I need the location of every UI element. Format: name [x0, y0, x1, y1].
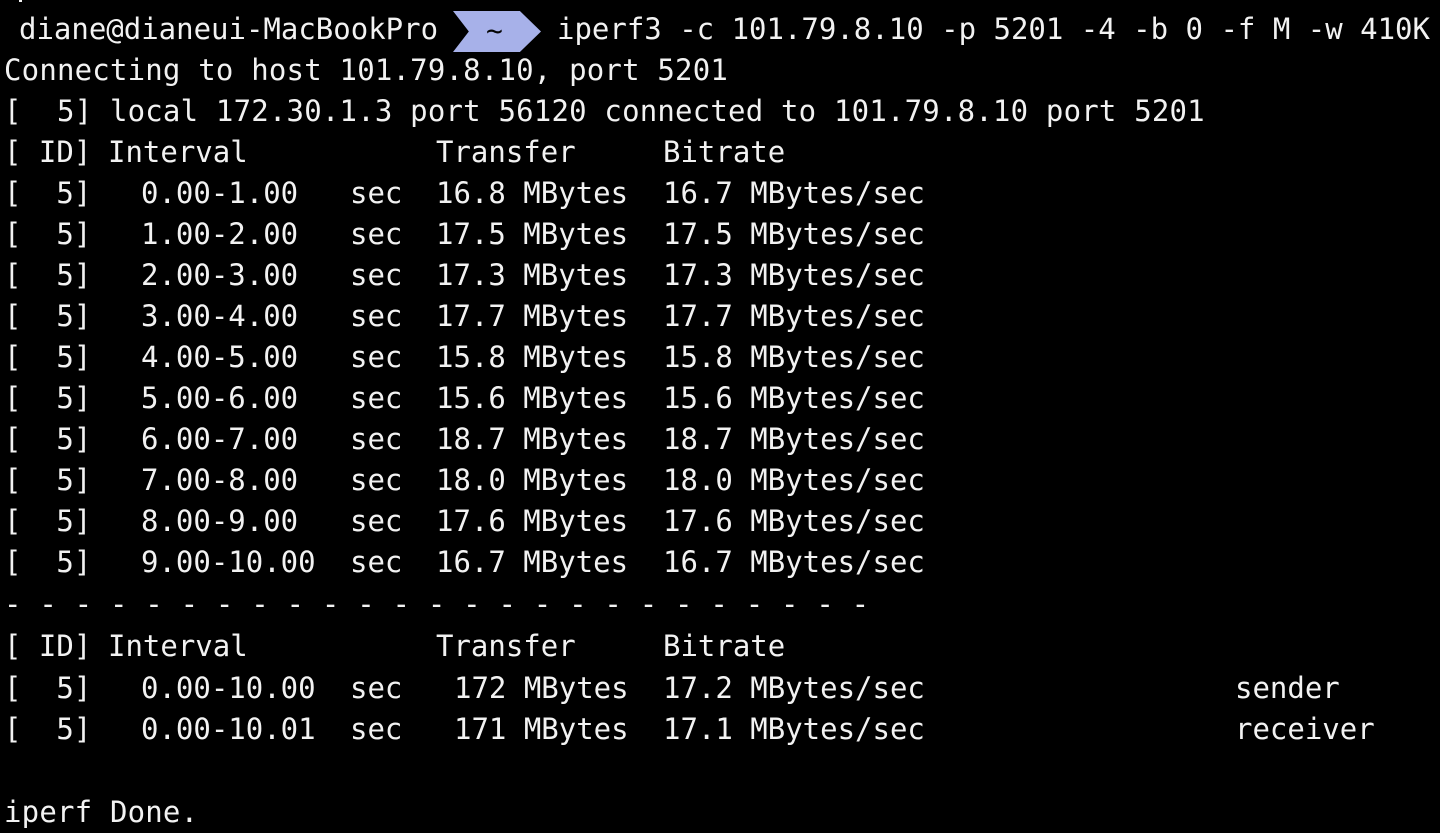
row-bitrate: 16.7 MBytes/sec: [663, 545, 925, 579]
summary-header-transfer: Transfer: [436, 629, 576, 663]
summary-bitrate: 17.1 MBytes/sec: [663, 712, 925, 746]
row-interval: 9.00-10.00: [141, 545, 316, 579]
row-id: [ 5]: [4, 340, 92, 374]
terminal-command[interactable]: iperf3 -c 101.79.8.10 -p 5201 -4 -b 0 -f…: [557, 9, 1430, 50]
row-id: [ 5]: [4, 176, 92, 210]
row-interval: 3.00-4.00: [141, 299, 299, 333]
row-transfer: 18.0 MBytes: [436, 463, 629, 497]
row-interval: 2.00-3.00: [141, 258, 299, 292]
summary-role-sender: sender: [1235, 671, 1340, 705]
summary-unit: sec: [350, 712, 403, 746]
row-interval: 6.00-7.00: [141, 422, 299, 456]
row-unit: sec: [350, 504, 403, 538]
row-bitrate: 17.6 MBytes/sec: [663, 504, 925, 538]
row-unit: sec: [350, 217, 403, 251]
row-interval: 5.00-6.00: [141, 381, 299, 415]
row-transfer: 15.8 MBytes: [436, 340, 629, 374]
row-transfer: 16.7 MBytes: [436, 545, 629, 579]
header-transfer: Transfer: [436, 135, 576, 169]
row-unit: sec: [350, 299, 403, 333]
row-unit: sec: [350, 176, 403, 210]
summary-id: [ 5]: [4, 671, 92, 705]
summary-header-interval: Interval: [108, 629, 248, 663]
row-id: [ 5]: [4, 381, 92, 415]
row-bitrate: 17.3 MBytes/sec: [663, 258, 925, 292]
done-message: iperf Done.: [4, 795, 199, 829]
row-id: [ 5]: [4, 422, 92, 456]
header-id: [ ID]: [4, 135, 92, 169]
terminal-window[interactable]: diane@dianeui-MacBookPro ~ iperf3 -c 101…: [0, 0, 1440, 831]
row-unit: sec: [350, 340, 403, 374]
row-bitrate: 17.5 MBytes/sec: [663, 217, 925, 251]
row-unit: sec: [350, 381, 403, 415]
summary-interval: 0.00-10.00: [141, 671, 316, 705]
summary-id: [ 5]: [4, 712, 92, 746]
row-unit: sec: [350, 258, 403, 292]
row-bitrate: 15.6 MBytes/sec: [663, 381, 925, 415]
summary-role-receiver: receiver: [1235, 712, 1375, 746]
prompt-user-host: diane@dianeui-MacBookPro: [19, 12, 439, 46]
row-bitrate: 18.7 MBytes/sec: [663, 422, 925, 456]
row-transfer: 17.6 MBytes: [436, 504, 629, 538]
summary-transfer: 172 MBytes: [454, 671, 629, 705]
row-id: [ 5]: [4, 504, 92, 538]
prompt-directory: ~: [486, 14, 503, 47]
row-id: [ 5]: [4, 545, 92, 579]
local-connection-line: [ 5] local 172.30.1.3 port 56120 connect…: [4, 94, 1205, 128]
row-id: [ 5]: [4, 217, 92, 251]
row-transfer: 18.7 MBytes: [436, 422, 629, 456]
summary-transfer: 171 MBytes: [454, 712, 629, 746]
row-unit: sec: [350, 463, 403, 497]
row-unit: sec: [350, 545, 403, 579]
header-interval: Interval: [108, 135, 248, 169]
row-transfer: 15.6 MBytes: [436, 381, 629, 415]
row-transfer: 17.3 MBytes: [436, 258, 629, 292]
summary-separator: - - - - - - - - - - - - - - - - - - - - …: [4, 587, 870, 621]
row-bitrate: 17.7 MBytes/sec: [663, 299, 925, 333]
row-interval: 7.00-8.00: [141, 463, 299, 497]
row-id: [ 5]: [4, 463, 92, 497]
summary-interval: 0.00-10.01: [141, 712, 316, 746]
summary-unit: sec: [350, 671, 403, 705]
row-interval: 0.00-1.00: [141, 176, 299, 210]
row-id: [ 5]: [4, 258, 92, 292]
row-transfer: 16.8 MBytes: [436, 176, 629, 210]
row-bitrate: 16.7 MBytes/sec: [663, 176, 925, 210]
row-interval: 1.00-2.00: [141, 217, 299, 251]
row-bitrate: 15.8 MBytes/sec: [663, 340, 925, 374]
previous-output-fragment: [19, 0, 22, 2]
row-unit: sec: [350, 422, 403, 456]
connecting-line: Connecting to host 101.79.8.10, port 520…: [4, 53, 729, 87]
summary-header-id: [ ID]: [4, 629, 92, 663]
summary-bitrate: 17.2 MBytes/sec: [663, 671, 925, 705]
header-bitrate: Bitrate: [663, 135, 786, 169]
row-id: [ 5]: [4, 299, 92, 333]
row-interval: 4.00-5.00: [141, 340, 299, 374]
row-bitrate: 18.0 MBytes/sec: [663, 463, 925, 497]
summary-header-bitrate: Bitrate: [663, 629, 786, 663]
row-interval: 8.00-9.00: [141, 504, 299, 538]
row-transfer: 17.5 MBytes: [436, 217, 629, 251]
row-transfer: 17.7 MBytes: [436, 299, 629, 333]
